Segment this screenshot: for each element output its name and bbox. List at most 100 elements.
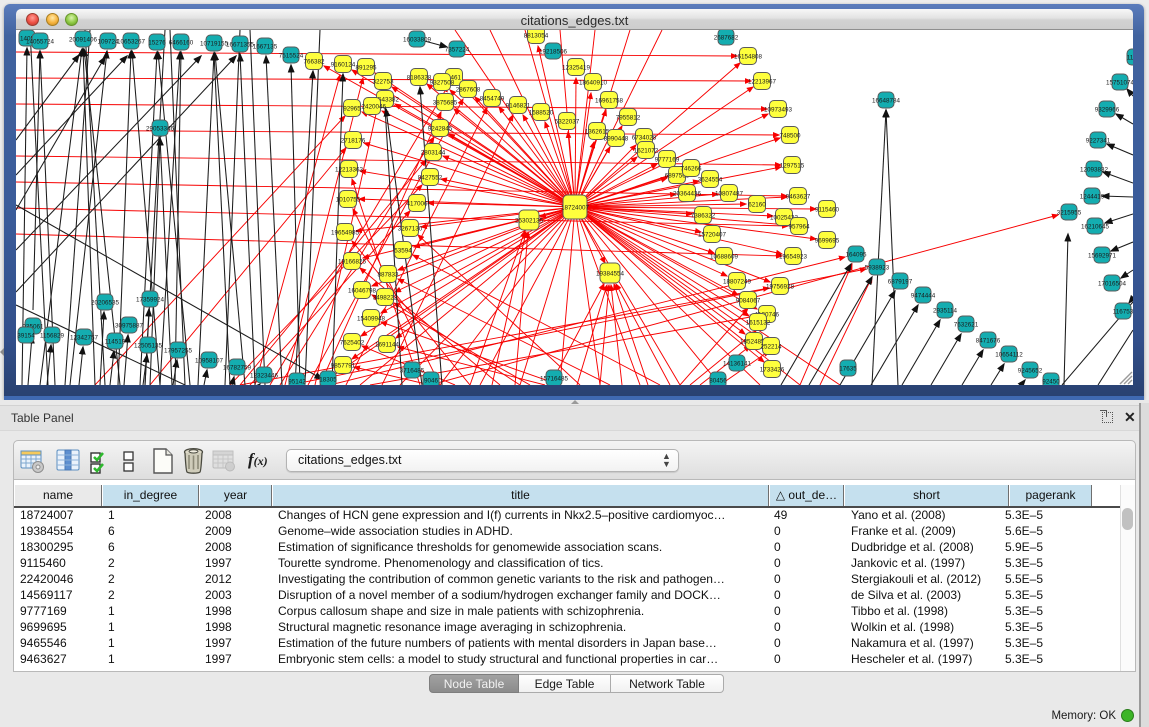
svg-text:9084067: 9084067 [736, 298, 761, 305]
svg-text:14055724: 14055724 [26, 39, 55, 46]
svg-text:9245652: 9245652 [1018, 368, 1043, 375]
svg-text:10653267: 10653267 [117, 39, 146, 46]
svg-text:891295: 891295 [355, 65, 377, 72]
svg-text:9329966: 9329966 [1095, 107, 1120, 114]
svg-text:12093832: 12093832 [1080, 167, 1109, 174]
svg-text:80456: 80456 [709, 378, 727, 385]
svg-text:748500: 748500 [779, 133, 801, 140]
svg-text:6466160: 6466160 [169, 40, 194, 47]
svg-text:116753: 116753 [1113, 309, 1133, 316]
svg-text:12505135: 12505135 [134, 343, 163, 350]
svg-text:9242845: 9242845 [428, 126, 453, 133]
svg-text:16154808: 16154808 [734, 54, 763, 61]
svg-text:1244419: 1244419 [1080, 194, 1105, 201]
svg-text:6879197: 6879197 [888, 279, 913, 286]
svg-text:12325419: 12325419 [562, 65, 591, 72]
svg-text:14136141: 14136141 [723, 361, 752, 368]
svg-text:5322037: 5322037 [555, 119, 580, 126]
svg-text:8427552: 8427552 [418, 175, 443, 182]
svg-text:8454749: 8454749 [480, 96, 505, 103]
svg-text:15276: 15276 [148, 40, 166, 47]
svg-text:92965: 92965 [343, 106, 361, 113]
svg-text:19654985: 19654985 [331, 230, 360, 237]
svg-text:15692971: 15692971 [1088, 253, 1117, 260]
svg-text:9463627: 9463627 [786, 194, 811, 201]
svg-text:9160124: 9160124 [331, 62, 356, 69]
svg-text:15720407: 15720407 [698, 232, 727, 239]
svg-text:17359924: 17359924 [136, 297, 165, 304]
svg-text:15409948: 15409948 [357, 316, 386, 323]
svg-text:1010755: 1010755 [336, 197, 361, 204]
svg-text:12323446: 12323446 [250, 373, 279, 380]
svg-text:1362615: 1362615 [585, 129, 610, 136]
svg-text:9857791: 9857791 [331, 363, 356, 370]
svg-text:18807249: 18807249 [723, 279, 752, 286]
svg-text:417006: 417006 [406, 201, 428, 208]
svg-text:16782759: 16782759 [223, 365, 252, 372]
svg-text:22420046: 22420046 [358, 104, 387, 111]
svg-text:1691144: 1691144 [375, 342, 400, 349]
svg-text:16046798: 16046798 [348, 288, 377, 295]
svg-text:95142: 95142 [288, 379, 306, 386]
svg-text:1297515: 1297515 [780, 163, 805, 170]
svg-text:20206535: 20206535 [91, 300, 120, 307]
svg-text:7386322: 7386322 [691, 213, 716, 220]
svg-text:1588520: 1588520 [529, 110, 554, 117]
svg-text:10719155: 10719155 [200, 41, 229, 48]
svg-text:18640910: 18640910 [579, 80, 608, 87]
svg-text:322753: 322753 [372, 79, 394, 86]
svg-text:7955812: 7955812 [616, 115, 641, 122]
svg-text:2935114: 2935114 [933, 308, 958, 315]
svg-text:29053346: 29053346 [146, 126, 175, 133]
svg-text:19384554: 19384554 [596, 271, 625, 278]
svg-text:1156829: 1156829 [40, 333, 65, 340]
svg-text:8813054: 8813054 [524, 33, 549, 40]
svg-text:20091406: 20091406 [69, 37, 98, 44]
svg-text:16671355: 16671355 [226, 42, 255, 49]
svg-text:2718176: 2718176 [341, 138, 366, 145]
svg-text:10688609: 10688609 [710, 254, 739, 261]
svg-text:109724: 109724 [97, 39, 119, 46]
svg-text:18305: 18305 [319, 377, 337, 384]
svg-text:3267130: 3267130 [398, 226, 423, 233]
svg-text:7515524: 7515524 [279, 53, 304, 60]
svg-text:252214: 252214 [760, 344, 782, 351]
svg-text:164095: 164095 [845, 252, 867, 259]
svg-text:9699695: 9699695 [815, 238, 840, 245]
svg-text:1733426: 1733426 [760, 367, 785, 374]
svg-text:2687682: 2687682 [714, 35, 739, 42]
svg-text:887833: 887833 [377, 272, 399, 279]
svg-text:3498222: 3498222 [373, 295, 398, 302]
svg-text:7625402: 7625402 [340, 340, 365, 347]
svg-text:766382: 766382 [303, 59, 325, 66]
svg-text:12213967: 12213967 [748, 79, 777, 86]
svg-text:114519: 114519 [105, 339, 126, 346]
svg-text:10958107: 10958107 [195, 358, 224, 365]
svg-text:16961758: 16961758 [595, 98, 624, 105]
svg-text:9046: 9046 [424, 378, 439, 385]
svg-text:9115460: 9115460 [815, 207, 840, 214]
svg-text:18724007: 18724007 [561, 205, 590, 212]
svg-text:7357224: 7357224 [445, 47, 470, 54]
svg-text:12213363: 12213363 [335, 167, 364, 174]
svg-text:16648784: 16648784 [872, 98, 901, 105]
svg-text:1667135: 1667135 [253, 44, 278, 51]
svg-text:1615132: 1615132 [746, 320, 771, 327]
svg-text:9327508: 9327508 [430, 80, 455, 87]
svg-text:12342757: 12342757 [70, 335, 99, 342]
svg-text:53594: 53594 [394, 248, 412, 255]
svg-text:16210645: 16210645 [1081, 224, 1110, 231]
svg-text:39154: 39154 [17, 333, 35, 340]
svg-text:9146821: 9146821 [506, 103, 531, 110]
svg-text:2867608: 2867608 [456, 87, 481, 94]
svg-text:10654112: 10654112 [995, 352, 1023, 359]
svg-text:6734028: 6734028 [632, 135, 657, 142]
svg-text:9227341: 9227341 [1086, 138, 1111, 145]
svg-text:11175: 11175 [1127, 55, 1133, 62]
svg-text:19166825: 19166825 [338, 259, 367, 266]
svg-text:10807487: 10807487 [715, 191, 744, 198]
svg-text:15716485: 15716485 [540, 376, 569, 383]
svg-text:1621072: 1621072 [634, 148, 659, 155]
svg-text:19654923: 19654923 [779, 254, 808, 261]
svg-text:5938923: 5938923 [865, 265, 890, 272]
